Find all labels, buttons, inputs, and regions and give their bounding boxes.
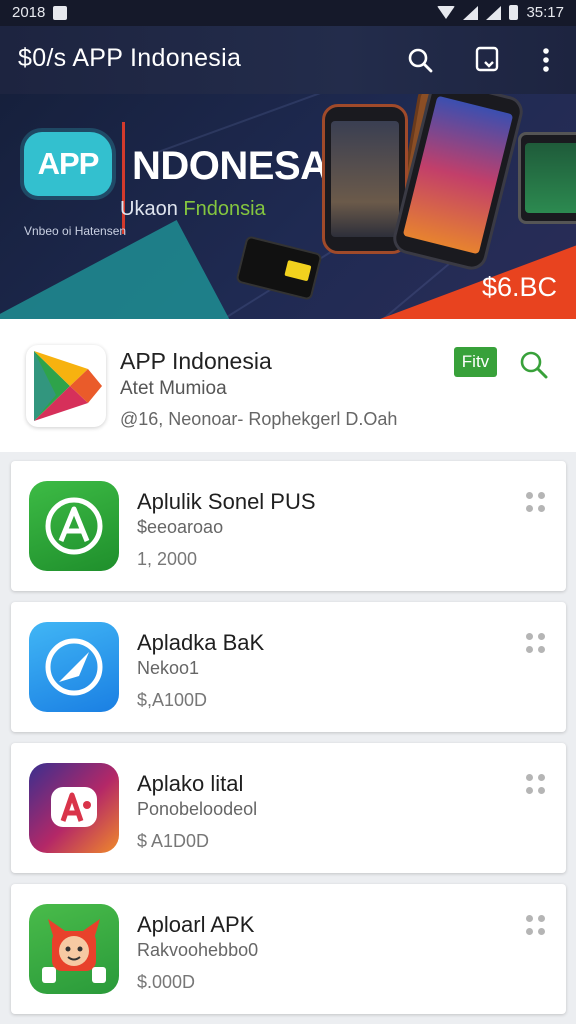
search-button[interactable] — [400, 40, 440, 80]
app-icon-purple — [29, 763, 119, 853]
featured-search-button[interactable] — [516, 347, 552, 383]
bookmark-button[interactable] — [467, 40, 507, 80]
banner-subtitle-prefix: Ukaon — [120, 198, 184, 220]
app-developer: Ponobeloodeol — [137, 799, 258, 819]
app-icon-robot — [29, 904, 119, 994]
more-options-button[interactable] — [526, 40, 566, 80]
app-price: $.000D — [137, 972, 196, 992]
list-item[interactable]: Aplulik Sonel PUS $eeoaroao 1, 2000 — [11, 461, 566, 591]
drag-handle-icon[interactable] — [526, 915, 546, 935]
app-badge-logo: APP — [24, 132, 112, 196]
badge-text: APP — [37, 146, 100, 181]
app-developer: Rakvoohebbo0 — [137, 940, 259, 960]
banner-subtitle-accent: Fndonsia — [183, 198, 266, 220]
app-developer: $eeoaroao — [137, 517, 224, 537]
app-price: 1, 2000 — [137, 549, 198, 569]
app-name: Apladka BaK — [137, 630, 265, 655]
drag-handle-icon[interactable] — [526, 774, 546, 794]
status-time-right: 35:17 — [526, 4, 564, 21]
signal-icon — [463, 5, 479, 20]
status-bar: 2018 35:17 — [0, 0, 576, 26]
laptop-illustration — [518, 132, 576, 224]
wifi-icon — [437, 6, 456, 19]
drag-handle-icon[interactable] — [526, 492, 546, 512]
app-title: $0/s APP Indonesia — [18, 44, 242, 72]
notification-icon — [53, 5, 68, 20]
install-button[interactable]: Fitv — [454, 347, 497, 377]
featured-app[interactable]: APP Indonesia Atet Mumioa @16, Neonoar- … — [0, 319, 576, 452]
drag-handle-icon[interactable] — [526, 633, 546, 653]
app-name: Aplako lital — [137, 771, 244, 796]
signal-icon-2 — [486, 5, 502, 20]
promo-banner[interactable]: APP NDONESA Ukaon Fndonsia Vnbeo oi Hate… — [0, 94, 576, 319]
top-app-bar: $0/s APP Indonesia — [0, 26, 576, 94]
app-icon-blue — [29, 622, 119, 712]
app-name: Aploarl APK — [137, 912, 255, 937]
banner-headline: NDONESA — [132, 144, 329, 188]
featured-app-meta: @16, Neonoar- Rophekgerl D.Oah — [120, 409, 398, 429]
list-item[interactable]: Apladka BaK Nekoo1 $,A100D — [11, 602, 566, 732]
featured-app-developer: Atet Mumioa — [120, 378, 227, 399]
banner-price: $6.BC — [482, 272, 558, 302]
search-icon — [520, 351, 548, 379]
banner-subtitle: Ukaon Fndonsia — [120, 198, 266, 221]
status-time-left: 2018 — [12, 4, 46, 21]
app-icon-green — [29, 481, 119, 571]
list-item[interactable]: Aploarl APK Rakvoohebbo0 $.000D — [11, 884, 566, 1014]
search-icon — [408, 48, 433, 73]
app-price: $ A1D0D — [137, 831, 210, 851]
play-store-logo-icon — [26, 345, 106, 427]
list-item[interactable]: Aplako lital Ponobeloodeol $ A1D0D — [11, 743, 566, 873]
featured-app-name: APP Indonesia — [120, 348, 272, 374]
app-developer: Nekoo1 — [137, 658, 200, 678]
banner-tagline: Vnbeo oi Hatensen — [24, 224, 127, 238]
more-vert-icon — [543, 48, 549, 72]
battery-icon — [509, 5, 519, 20]
card-reader-illustration — [235, 235, 323, 301]
app-name: Aplulik Sonel PUS — [137, 489, 316, 514]
bookmark-icon — [475, 46, 499, 72]
app-price: $,A100D — [137, 690, 208, 710]
